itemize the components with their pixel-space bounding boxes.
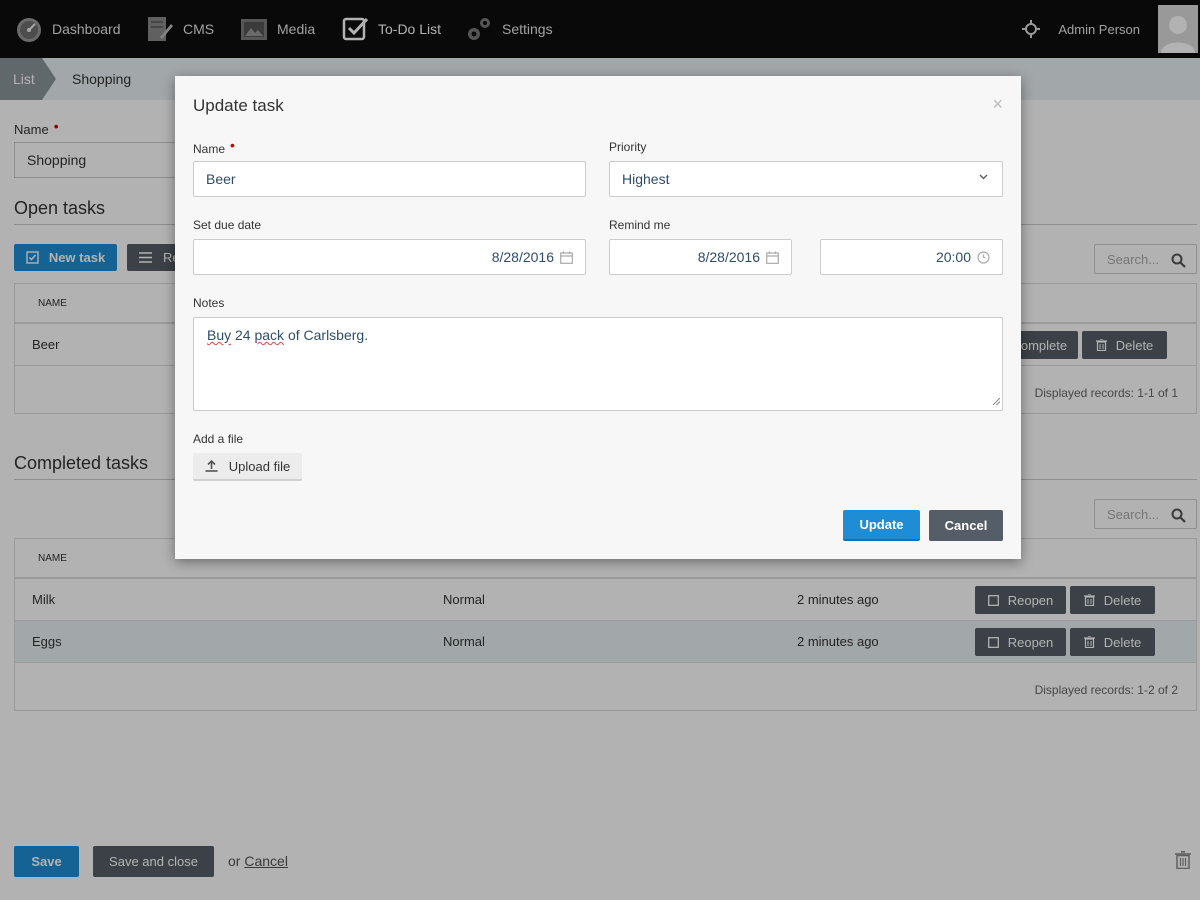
due-date-value: 8/28/2016 xyxy=(491,249,554,265)
name-label: Name • xyxy=(193,137,235,156)
due-date-label: Set due date xyxy=(193,218,262,232)
upload-file-button[interactable]: Upload file xyxy=(193,453,302,481)
calendar-icon[interactable] xyxy=(560,251,573,264)
due-date-input[interactable]: 8/28/2016 xyxy=(193,239,586,275)
update-button[interactable]: Update xyxy=(843,510,920,541)
upload-file-label: Upload file xyxy=(228,458,291,474)
remind-date-input[interactable]: 8/28/2016 xyxy=(609,239,792,275)
remind-time-value: 20:00 xyxy=(935,249,971,265)
notes-word: pack xyxy=(254,327,285,343)
upload-icon xyxy=(205,460,218,472)
remind-date-value: 8/28/2016 xyxy=(697,249,760,265)
priority-label: Priority xyxy=(609,140,647,154)
remind-time-input[interactable]: 20:00 xyxy=(820,239,1003,275)
cancel-button[interactable]: Cancel xyxy=(929,510,1003,541)
remind-me-label: Remind me xyxy=(609,218,671,232)
required-marker: • xyxy=(230,137,235,153)
notes-word: Buy xyxy=(207,327,232,343)
name-label-text: Name xyxy=(193,142,226,156)
notes-textarea[interactable]: Buy 24 pack of Carlsberg. xyxy=(193,317,1003,411)
calendar-icon[interactable] xyxy=(766,251,779,264)
close-icon[interactable]: × xyxy=(992,94,1003,115)
update-task-dialog: Update task × Name • Beer Priority Highes… xyxy=(175,76,1021,559)
dialog-title: Update task xyxy=(193,96,284,115)
notes-label: Notes xyxy=(193,296,225,310)
notes-word: 24 xyxy=(231,327,255,343)
priority-select[interactable]: Highest xyxy=(609,161,1003,197)
chevron-down-icon xyxy=(979,174,988,180)
priority-value: Highest xyxy=(622,171,670,187)
clock-icon[interactable] xyxy=(977,250,990,264)
add-file-label: Add a file xyxy=(193,432,244,446)
notes-word: of Carlsberg. xyxy=(284,327,369,343)
task-name-input[interactable]: Beer xyxy=(193,161,586,197)
resize-handle-icon[interactable] xyxy=(992,392,1001,408)
